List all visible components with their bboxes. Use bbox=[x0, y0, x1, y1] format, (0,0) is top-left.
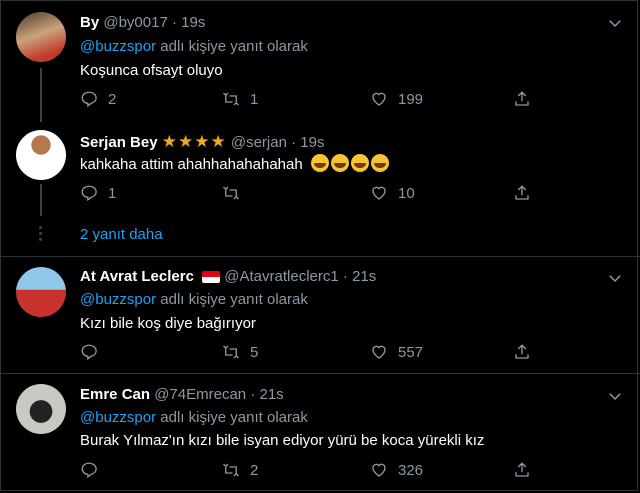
tweet-text: kahkaha attim ahahhahahahahah bbox=[80, 156, 303, 173]
like-count: 10 bbox=[398, 184, 415, 202]
timestamp[interactable]: 19s bbox=[300, 134, 324, 151]
laughing-emoji-icon bbox=[330, 154, 349, 172]
heart-icon bbox=[372, 345, 386, 359]
reply-mention-link[interactable]: @buzzspor bbox=[80, 38, 156, 55]
show-more-replies-link[interactable]: 2 yanıt daha bbox=[80, 226, 163, 243]
retweet-icon bbox=[223, 92, 239, 106]
share-button[interactable] bbox=[513, 90, 531, 108]
thread-ellipsis bbox=[39, 226, 43, 244]
share-icon bbox=[515, 462, 529, 477]
like-button[interactable]: 326 bbox=[370, 461, 423, 479]
laughing-emoji-icon bbox=[310, 154, 329, 172]
reply-icon bbox=[81, 185, 97, 202]
separator: · bbox=[342, 268, 348, 285]
heart-icon bbox=[372, 186, 386, 200]
avatar[interactable] bbox=[16, 130, 66, 180]
reply-count: 1 bbox=[108, 184, 117, 202]
retweet-count: 1 bbox=[250, 90, 259, 108]
reply-icon bbox=[81, 462, 97, 479]
avatar[interactable] bbox=[16, 12, 66, 62]
retweet-button[interactable]: 1 bbox=[222, 90, 258, 108]
reply-button[interactable]: 2 bbox=[80, 90, 116, 108]
timestamp[interactable]: 19s bbox=[181, 14, 205, 31]
reply-mention-link[interactable]: @buzzspor bbox=[80, 409, 156, 426]
share-icon bbox=[515, 91, 529, 106]
tweet[interactable]: At Avrat Leclerc @Atavratleclerc1 · 21s … bbox=[0, 257, 640, 372]
reply-button[interactable]: 1 bbox=[80, 184, 116, 202]
separator: · bbox=[250, 386, 256, 403]
reply-context-label: adlı kişiye yanıt olarak bbox=[156, 409, 308, 426]
laughing-emoji-icon bbox=[350, 154, 369, 172]
timestamp[interactable]: 21s bbox=[259, 386, 283, 403]
retweet-button[interactable]: 2 bbox=[222, 461, 258, 479]
heart-icon bbox=[372, 92, 386, 106]
retweet-icon bbox=[223, 186, 239, 200]
chevron-down-icon[interactable] bbox=[606, 387, 624, 405]
user-handle[interactable]: @74Emrecan bbox=[154, 386, 246, 403]
reply-mention-link[interactable]: @buzzspor bbox=[80, 291, 156, 308]
timestamp[interactable]: 21s bbox=[352, 268, 376, 285]
tweet[interactable]: Serjan Bey ★★★★ @serjan · 19s kahkaha at… bbox=[0, 122, 640, 222]
reply-button[interactable] bbox=[80, 461, 98, 479]
heart-icon bbox=[372, 463, 386, 477]
reply-count: 2 bbox=[108, 90, 117, 108]
laughing-emoji-icon bbox=[370, 154, 389, 172]
retweet-icon bbox=[223, 345, 239, 359]
tweet-text: Kızı bile koş diye bağırıyor bbox=[80, 315, 256, 332]
separator: · bbox=[291, 134, 297, 151]
like-count: 326 bbox=[398, 461, 424, 479]
user-handle[interactable]: @by0017 bbox=[103, 14, 167, 31]
star-badges: ★★★★ bbox=[161, 132, 227, 151]
share-icon bbox=[515, 344, 529, 359]
reply-button[interactable] bbox=[80, 343, 98, 361]
avatar[interactable] bbox=[16, 384, 66, 434]
share-button[interactable] bbox=[513, 461, 531, 479]
display-name[interactable]: Emre Can bbox=[80, 386, 150, 403]
like-count: 557 bbox=[398, 343, 424, 361]
user-handle[interactable]: @serjan bbox=[231, 134, 287, 151]
flag-icon bbox=[202, 271, 221, 284]
retweet-button[interactable]: 5 bbox=[222, 343, 258, 361]
reply-icon bbox=[81, 91, 97, 108]
tweet[interactable]: Emre Can @74Emrecan · 21s @buzzspor adlı… bbox=[0, 374, 640, 493]
chevron-down-icon[interactable] bbox=[606, 14, 624, 32]
retweet-icon bbox=[223, 463, 239, 477]
like-count: 199 bbox=[398, 90, 424, 108]
tweet-text: Burak Yılmaz'ın kızı bile isyan ediyor y… bbox=[80, 432, 485, 449]
separator: · bbox=[171, 14, 177, 31]
tweet-text: Koşunca ofsayt oluyo bbox=[80, 62, 223, 79]
retweet-count: 2 bbox=[250, 461, 259, 479]
display-name[interactable]: Serjan Bey bbox=[80, 134, 158, 151]
display-name[interactable]: At Avrat Leclerc bbox=[80, 268, 194, 285]
user-handle[interactable]: @Atavratleclerc1 bbox=[224, 268, 338, 285]
tweet[interactable]: By @by0017 · 19s @buzzspor adlı kişiye y… bbox=[0, 0, 640, 122]
retweet-button[interactable] bbox=[222, 184, 240, 202]
like-button[interactable]: 557 bbox=[370, 343, 423, 361]
avatar[interactable] bbox=[16, 267, 66, 317]
reply-context-label: adlı kişiye yanıt olarak bbox=[156, 38, 308, 55]
display-name[interactable]: By bbox=[80, 14, 99, 31]
share-button[interactable] bbox=[513, 184, 531, 202]
share-button[interactable] bbox=[513, 343, 531, 361]
share-icon bbox=[515, 185, 529, 200]
retweet-count: 5 bbox=[250, 343, 259, 361]
reply-icon bbox=[81, 344, 97, 361]
chevron-down-icon[interactable] bbox=[606, 269, 624, 287]
reply-context-label: adlı kişiye yanıt olarak bbox=[156, 291, 308, 308]
like-button[interactable]: 10 bbox=[370, 184, 415, 202]
like-button[interactable]: 199 bbox=[370, 90, 423, 108]
